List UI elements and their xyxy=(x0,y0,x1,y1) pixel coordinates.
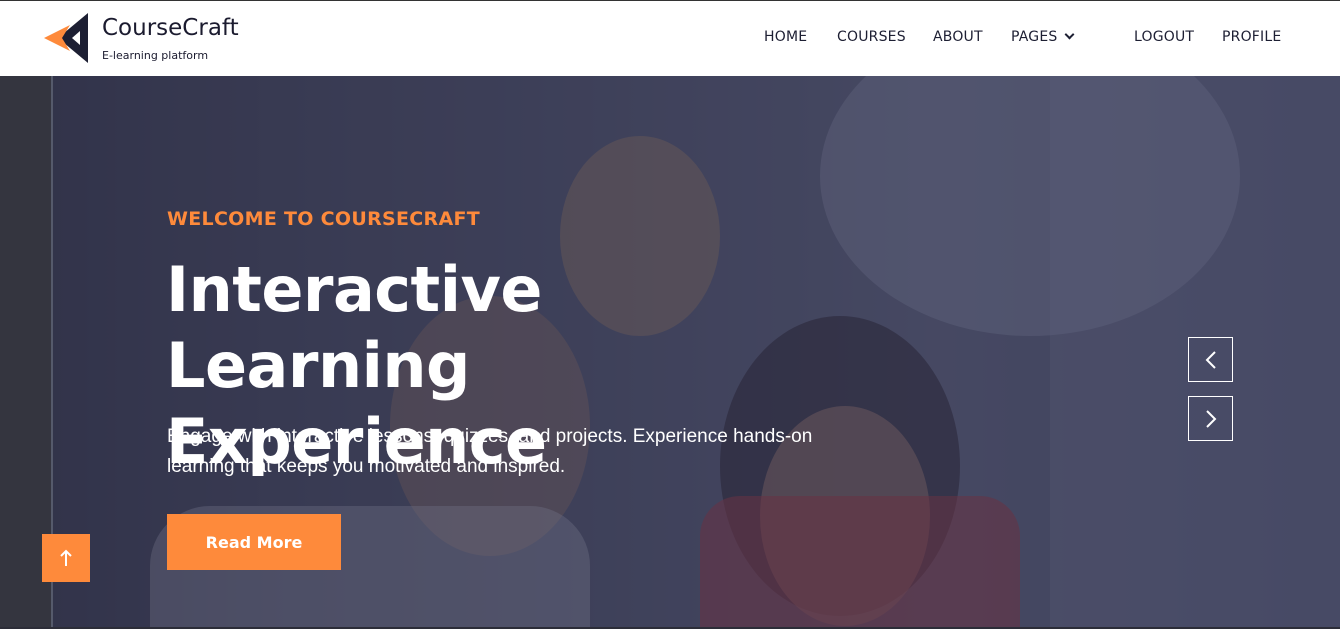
chevron-left-icon xyxy=(1205,350,1216,369)
chevron-right-icon xyxy=(1205,409,1216,428)
nav-about[interactable]: ABOUT xyxy=(933,29,983,45)
hero-description: Engage with interactive lessons, quizzes… xyxy=(167,426,813,477)
brand[interactable]: CourseCraft E-learning platform xyxy=(44,13,239,63)
brand-text: CourseCraft E-learning platform xyxy=(102,13,239,62)
logo-icon xyxy=(44,13,88,63)
hero-eyebrow: WELCOME TO COURSECRAFT xyxy=(167,208,481,230)
nav-pages-label: PAGES xyxy=(1011,29,1058,45)
arrow-up-icon xyxy=(60,549,72,566)
brand-tagline: E-learning platform xyxy=(102,49,209,62)
read-more-button[interactable]: Read More xyxy=(167,514,341,570)
nav-home[interactable]: HOME xyxy=(764,29,807,45)
hero-carousel: WELCOME TO COURSECRAFT Interactive Learn… xyxy=(0,76,1340,627)
chevron-down-icon xyxy=(1065,29,1075,40)
nav-profile[interactable]: PROFILE xyxy=(1222,29,1281,45)
brand-name: CourseCraft xyxy=(102,15,239,41)
nav-logout[interactable]: LOGOUT xyxy=(1134,29,1194,45)
carousel-next-button[interactable] xyxy=(1188,396,1233,441)
navbar: CourseCraft E-learning platform HOME COU… xyxy=(0,0,1340,76)
nav-pages-dropdown[interactable]: PAGES xyxy=(1011,29,1075,45)
carousel-prev-button[interactable] xyxy=(1188,337,1233,382)
back-to-top-button[interactable] xyxy=(42,534,90,582)
nav-courses[interactable]: COURSES xyxy=(837,29,906,45)
